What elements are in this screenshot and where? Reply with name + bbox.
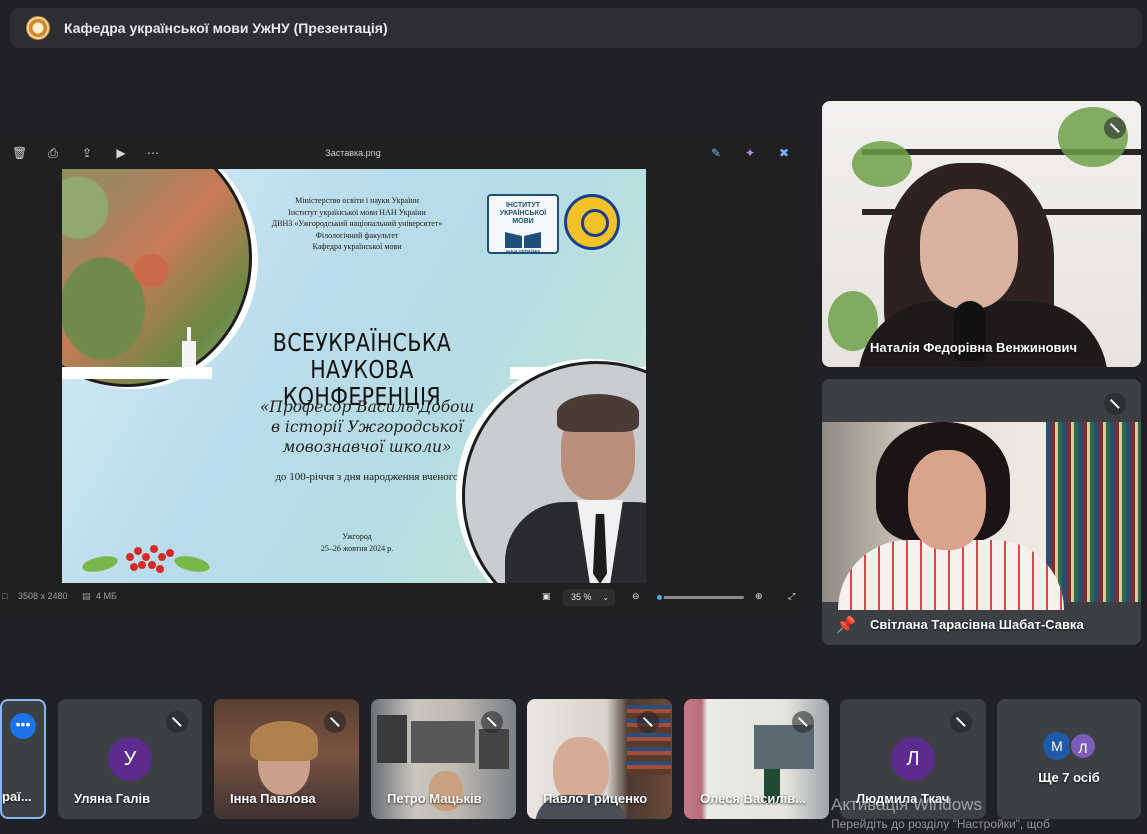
participant-name: раї... xyxy=(2,789,32,804)
avatar: Л xyxy=(1069,732,1097,760)
mic-off-icon xyxy=(950,711,972,733)
organizer-line: Кафедра української мови xyxy=(312,242,402,251)
avatar: У xyxy=(108,737,152,781)
viburnum-berries-image xyxy=(80,541,212,575)
fullscreen-icon[interactable]: ⤢ xyxy=(788,591,795,602)
participant-video xyxy=(822,101,1141,367)
video-off-icon[interactable]: ✖ xyxy=(777,146,791,160)
portrait-hair xyxy=(557,394,639,432)
zoom-select[interactable]: 35 % ⌄ xyxy=(563,589,615,606)
organizer-line: ДВНЗ «Ужгородський національний універси… xyxy=(271,219,443,228)
dates: 25–26 жовтня 2024 р. xyxy=(320,544,394,553)
zoom-slider[interactable] xyxy=(655,593,744,602)
file-size: 4 МБ xyxy=(96,591,117,601)
participant-tile[interactable]: Олеся Василів... xyxy=(684,699,829,819)
participant-tile[interactable]: 📌 Світлана Тарасівна Шабат-Савка xyxy=(822,379,1141,645)
mic-off-icon xyxy=(637,711,659,733)
mic-off-icon xyxy=(1104,117,1126,139)
decor-band-left xyxy=(62,367,212,379)
edit-image-icon[interactable]: ✎ xyxy=(709,146,723,160)
participant-tile[interactable]: Інна Павлова xyxy=(214,699,359,819)
university-emblem-icon xyxy=(564,194,620,250)
image-dimensions: 3508 x 2480 xyxy=(18,591,68,601)
zoom-slider-thumb[interactable] xyxy=(655,593,665,602)
mic-off-icon xyxy=(481,711,503,733)
participant-tile[interactable]: У Уляна Галів xyxy=(58,699,202,819)
emblem-subtext: НАН УКРАЇНИ xyxy=(506,250,540,256)
conference-slide: Міністерство освіти і науки України Інст… xyxy=(62,169,646,583)
participant-name: Наталія Федорівна Венжинович xyxy=(870,340,1078,355)
meeting-title: Кафедра української мови УжНУ (Презентац… xyxy=(64,20,388,36)
meeting-header: Кафедра української мови УжНУ (Презентац… xyxy=(10,8,1142,48)
place-and-date: Ужгород 25–26 жовтня 2024 р. xyxy=(272,531,442,555)
participant-name: Уляна Галів xyxy=(74,791,151,806)
viewer-status-bar: □ 3508 x 2480 ▤ 4 МБ ▣ 35 % ⌄ ⊖ ⊕ ⤢ xyxy=(0,586,806,608)
city: Ужгород xyxy=(342,532,372,541)
image-size-icon: □ xyxy=(2,591,8,601)
organizer-line: Інститут української мови НАН України xyxy=(288,207,426,217)
mic-off-icon xyxy=(166,711,188,733)
organizers-list: Міністерство освіти і науки України Інст… xyxy=(247,195,467,253)
avatar: Л xyxy=(891,737,935,781)
participant-name: Інна Павлова xyxy=(230,791,316,806)
portrait-suit xyxy=(505,502,646,583)
avatar: М xyxy=(1043,732,1071,760)
windows-activation-watermark: Активація Windows xyxy=(831,795,982,814)
title-line-1: ВСЕУКРАЇНСЬКА xyxy=(272,328,452,357)
zoom-in-icon[interactable]: ⊕ xyxy=(755,591,763,602)
mic-off-icon xyxy=(792,711,814,733)
participant-name: Світлана Тарасівна Шабат-Савка xyxy=(870,617,1084,632)
conference-subtitle: «Професор Василь Добош в історії Ужгород… xyxy=(232,397,502,457)
anniversary-text: до 100-річчя з дня народження вченого xyxy=(275,471,459,483)
participant-name: Олеся Василів... xyxy=(700,791,807,806)
subtitle-line-3: мовознавчої школи» xyxy=(282,438,452,456)
zoom-out-icon[interactable]: ⊖ xyxy=(632,591,640,602)
windows-activation-hint: Перейдіть до розділу "Настройки", щоб xyxy=(831,817,1050,831)
participant-tile-active[interactable]: ••• раї... xyxy=(0,699,46,819)
file-size-icon: ▤ xyxy=(82,591,91,601)
subtitle-line-2: в історії Ужгородської xyxy=(270,418,464,436)
town-aerial-photo xyxy=(62,169,252,387)
zoom-value: 35 % xyxy=(571,592,592,602)
organizer-line: Міністерство освіти і науки України xyxy=(295,196,419,205)
subtitle-line-1: «Професор Василь Добош xyxy=(259,398,475,416)
emblem-text: ІНСТИТУТ УКРАЇНСЬКОЇ МОВИ xyxy=(499,202,547,225)
participant-tile[interactable]: Наталія Федорівна Венжинович xyxy=(822,101,1141,367)
participant-name: Павло Гриценко xyxy=(543,791,648,806)
bookshelf-image xyxy=(1046,422,1141,602)
shared-presentation: 🗑 ⎙ ⇪ ▶ ⋯ Заставка.png ✎ ✦ ✖ Міністерств… xyxy=(0,140,806,612)
chevron-down-icon: ⌄ xyxy=(602,593,609,602)
university-logo-icon xyxy=(26,16,50,40)
image-filename: Заставка.png xyxy=(325,148,381,158)
viewer-toolbar: 🗑 ⎙ ⇪ ▶ ⋯ Заставка.png ✎ ✦ ✖ xyxy=(0,140,806,166)
participant-name: Петро Мацьків xyxy=(387,791,482,806)
more-participants-tile[interactable]: М Л Ще 7 осіб xyxy=(997,699,1141,819)
participant-tile[interactable]: Петро Мацьків xyxy=(371,699,516,819)
more-options-icon[interactable]: ••• xyxy=(10,713,36,739)
mic-off-icon xyxy=(324,711,346,733)
mic-off-icon xyxy=(1104,393,1126,415)
organizer-line: Філологічний факультет xyxy=(315,230,399,240)
ai-icon[interactable]: ✦ xyxy=(743,146,757,160)
participant-tile[interactable]: Павло Гриценко xyxy=(527,699,672,819)
professor-portrait xyxy=(462,361,646,583)
participant-video xyxy=(822,422,1141,610)
book-icon xyxy=(505,232,541,248)
more-participants-label: Ще 7 осіб xyxy=(1038,770,1100,785)
fit-icon[interactable]: ▣ xyxy=(542,591,551,602)
pin-icon[interactable]: 📌 xyxy=(836,615,856,635)
institute-emblem: ІНСТИТУТ УКРАЇНСЬКОЇ МОВИ НАН УКРАЇНИ xyxy=(487,194,559,256)
